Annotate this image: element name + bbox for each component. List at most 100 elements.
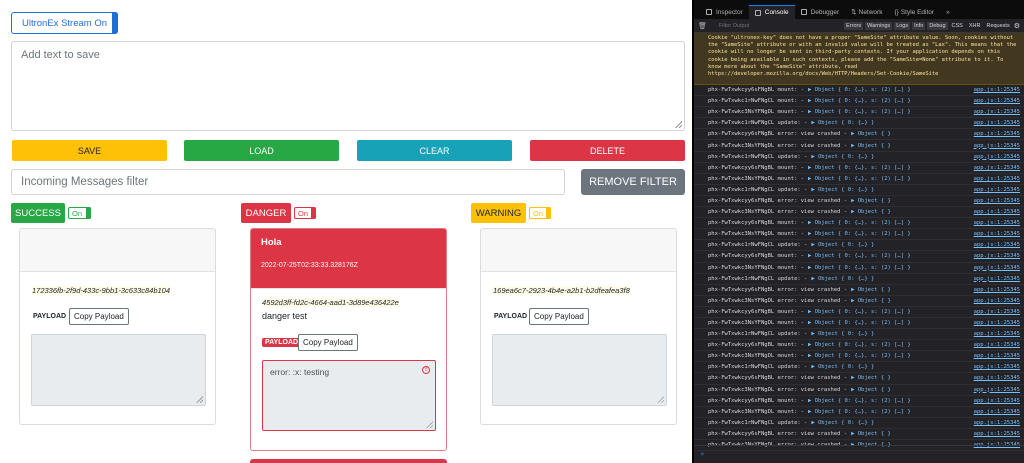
log-source-link[interactable]: app.js:1:25345 [974, 387, 1020, 393]
stream-toggle-button[interactable]: UltronEx Stream On [11, 12, 118, 34]
log-source-link[interactable]: app.js:1:25345 [974, 120, 1020, 126]
more-tabs-icon[interactable]: » [940, 5, 956, 19]
log-source-link[interactable]: app.js:1:25345 [974, 187, 1020, 193]
console-log-row[interactable]: phx-FwTxwkcyy6sFNgBL mount: - ▶ Object { … [694, 85, 1024, 97]
console-log-row[interactable]: phx-FwTxwkc3NsYFNgDL mount: - ▶ Object { … [694, 263, 1024, 274]
load-button[interactable]: LOAD [184, 140, 339, 161]
filter-warnings[interactable]: Warnings [865, 21, 893, 30]
console-log-row[interactable]: phx-FwTxwkc3NsYFNgDL error: view crashed… [694, 296, 1024, 307]
danger-toggle[interactable]: On [294, 207, 316, 219]
log-source-link[interactable]: app.js:1:25345 [974, 87, 1020, 93]
log-source-link[interactable]: app.js:1:25345 [974, 331, 1020, 337]
filter-requests[interactable]: Requests [984, 22, 1011, 30]
console-log-row[interactable]: phx-FwTxwkc3NsYFNgDL error: view crashed… [694, 140, 1024, 152]
log-object[interactable]: ▶ Object { 0: {…}, s: (2) […] } [808, 231, 911, 237]
log-object[interactable]: ▶ Object { 0: {…} } [811, 120, 874, 126]
log-source-link[interactable]: app.js:1:25345 [974, 98, 1020, 104]
log-object[interactable]: ▶ Object { 0: {…} } [811, 420, 874, 426]
log-object[interactable]: ▶ Object { 0: {…} } [811, 331, 874, 337]
console-log-row[interactable]: phx-FwTxwkc1rNwFNgCL update: - ▶ Object {… [694, 274, 1024, 285]
console-log-row[interactable]: phx-FwTxwkc3NsYFNgDL mount: - ▶ Object { … [694, 351, 1024, 363]
log-object[interactable]: ▶ Object { } [851, 375, 891, 381]
console-log-row[interactable]: phx-FwTxwkcyy6sFNgBL error: view crashed… [694, 129, 1024, 141]
log-object[interactable]: ▶ Object { 0: {…}, s: (2) […] } [808, 353, 911, 359]
console-log-row[interactable]: phx-FwTxwkcyy6sFNgBL error: view crashed… [694, 373, 1024, 385]
warning-payload-area[interactable] [492, 334, 667, 406]
log-object[interactable]: ▶ Object { } [851, 298, 891, 304]
tab-style-editor[interactable]: {} Style Editor [888, 5, 940, 19]
log-object[interactable]: ▶ Object { } [851, 287, 891, 293]
log-source-link[interactable]: app.js:1:25345 [974, 231, 1020, 237]
log-source-link[interactable]: app.js:1:25345 [974, 220, 1020, 226]
log-source-link[interactable]: app.js:1:25345 [974, 143, 1020, 149]
success-copy-payload-button[interactable]: Copy Payload [69, 308, 129, 325]
remove-filter-button[interactable]: REMOVE FILTER [581, 169, 685, 195]
log-source-link[interactable]: app.js:1:25345 [974, 198, 1020, 204]
tab-network[interactable]: ⇅ Network [845, 5, 888, 19]
log-source-link[interactable]: app.js:1:25345 [974, 176, 1020, 182]
log-source-link[interactable]: app.js:1:25345 [974, 109, 1020, 115]
console-log-row[interactable]: phx-FwTxwkcyy6sFNgBL error: view crashed… [694, 429, 1024, 440]
log-source-link[interactable]: app.js:1:25345 [974, 342, 1020, 348]
success-payload-area[interactable] [31, 334, 206, 406]
messages-filter-input[interactable]: Incoming Messages filter [11, 169, 565, 195]
clear-button[interactable]: CLEAR [357, 140, 512, 161]
console-log-row[interactable]: phx-FwTxwkc3NsYFNgDL mount: - ▶ Object { … [694, 407, 1024, 418]
resize-handle-icon[interactable] [657, 396, 664, 403]
console-log-row[interactable]: phx-FwTxwkc1rNwFNgCL update: - ▶ Object {… [694, 240, 1024, 252]
console-log-row[interactable]: phx-FwTxwkc3NsYFNgDL error: view crashed… [694, 385, 1024, 396]
success-toggle[interactable]: On [68, 207, 91, 219]
log-source-link[interactable]: app.js:1:25345 [974, 298, 1020, 304]
warning-copy-payload-button[interactable]: Copy Payload [529, 308, 589, 325]
log-source-link[interactable]: app.js:1:25345 [974, 420, 1020, 426]
tab-inspector[interactable]: Inspector [700, 5, 749, 19]
console-log-row[interactable]: phx-FwTxwkc1rNwFNgCL update: - ▶ Object {… [694, 329, 1024, 341]
log-source-link[interactable]: app.js:1:25345 [974, 409, 1020, 415]
tab-console[interactable]: Console [748, 5, 795, 19]
console-log-row[interactable]: phx-FwTxwkcyy6sFNgBL mount: - ▶ Object { … [694, 396, 1024, 407]
log-object[interactable]: ▶ Object { 0: {…} } [811, 364, 874, 370]
log-source-link[interactable]: app.js:1:25345 [974, 364, 1020, 370]
console-log-row[interactable]: phx-FwTxwkc1rNwFNgCL mount: - ▶ Object { … [694, 96, 1024, 108]
log-object[interactable]: ▶ Object { 0: {…}, s: (2) […] } [808, 253, 911, 259]
log-object[interactable]: ▶ Object { 0: {…}, s: (2) […] } [808, 398, 911, 404]
console-log-row[interactable]: phx-FwTxwkc3NsYFNgDL mount: - ▶ Object { … [694, 229, 1024, 241]
log-object[interactable]: ▶ Object { 0: {…}, s: (2) […] } [808, 87, 911, 93]
log-object[interactable]: ▶ Object { 0: {…}, s: (2) […] } [808, 220, 911, 226]
log-object[interactable]: ▶ Object { 0: {…}, s: (2) […] } [808, 342, 911, 348]
console-log-row[interactable]: phx-FwTxwkc3NsYFNgDL mount: - ▶ Object { … [694, 107, 1024, 119]
log-source-link[interactable]: app.js:1:25345 [974, 431, 1020, 437]
filter-css[interactable]: CSS [950, 22, 965, 30]
delete-button[interactable]: DELETE [530, 140, 685, 161]
log-source-link[interactable]: app.js:1:25345 [974, 353, 1020, 359]
resize-handle-icon[interactable] [426, 421, 433, 428]
log-object[interactable]: ▶ Object { } [851, 209, 891, 215]
log-object[interactable]: ▶ Object { } [851, 387, 891, 393]
log-source-link[interactable]: app.js:1:25345 [974, 309, 1020, 315]
trash-icon[interactable]: 🗑 [698, 22, 707, 30]
log-object[interactable]: ▶ Object { 0: {…}, s: (2) […] } [808, 320, 911, 326]
log-object[interactable]: ▶ Object { } [851, 131, 891, 137]
console-log-row[interactable]: phx-FwTxwkc1rNwFNgCL update: - ▶ Object {… [694, 152, 1024, 163]
tab-debugger[interactable]: Debugger [795, 5, 846, 19]
console-log-row[interactable]: phx-FwTxwkc1rNwFNgCL update: - ▶ Object {… [694, 118, 1024, 130]
resize-handle-icon[interactable] [675, 121, 682, 128]
log-object[interactable]: ▶ Object { 0: {…} } [811, 276, 874, 282]
log-source-link[interactable]: app.js:1:25345 [974, 265, 1020, 271]
log-object[interactable]: ▶ Object { } [851, 431, 891, 437]
console-log-row[interactable]: phx-FwTxwkcyy6sFNgBL mount: - ▶ Object { … [694, 251, 1024, 263]
danger-copy-payload-button[interactable]: Copy Payload [298, 334, 358, 351]
filter-errors[interactable]: Errors [844, 21, 864, 30]
log-object[interactable]: ▶ Object { 0: {…}, s: (2) […] } [808, 109, 911, 115]
console-log-row[interactable]: phx-FwTxwkcyy6sFNgBL error: view crashed… [694, 285, 1024, 296]
resize-handle-icon[interactable] [196, 396, 203, 403]
console-log-row[interactable]: phx-FwTxwkc3NsYFNgDL error: view crashed… [694, 207, 1024, 219]
log-object[interactable]: ▶ Object { 0: {…}, s: (2) […] } [808, 409, 911, 415]
console-log-row[interactable]: phx-FwTxwkcyy6sFNgBL mount: - ▶ Object { … [694, 340, 1024, 352]
log-object[interactable]: ▶ Object { 0: {…}, s: (2) […] } [808, 176, 911, 182]
log-object[interactable]: ▶ Object { 0: {…} } [811, 242, 874, 248]
log-source-link[interactable]: app.js:1:25345 [974, 276, 1020, 282]
log-source-link[interactable]: app.js:1:25345 [974, 287, 1020, 293]
log-source-link[interactable]: app.js:1:25345 [974, 209, 1020, 215]
log-source-link[interactable]: app.js:1:25345 [974, 165, 1020, 171]
